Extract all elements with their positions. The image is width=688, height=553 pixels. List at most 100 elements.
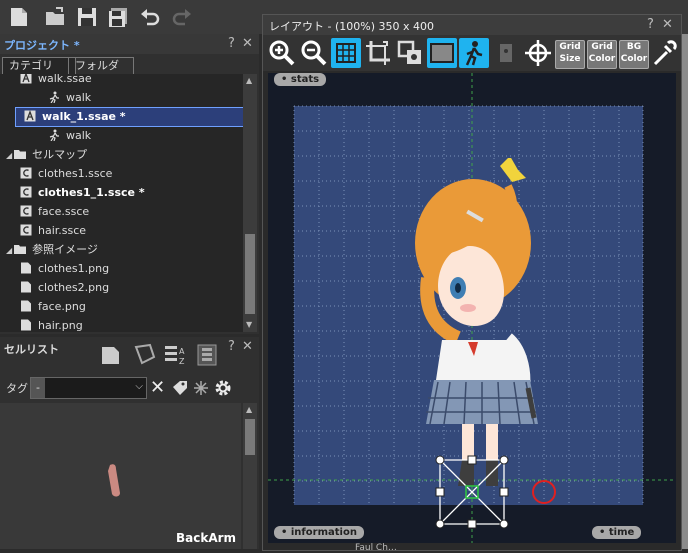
crop-icon[interactable] [363,38,393,68]
layout-window: レイアウト - (100%) 350 x 400 ? ✕ Grid Size G… [262,14,682,553]
gear-icon[interactable] [214,379,232,400]
bone-gizmo[interactable] [428,448,568,538]
lock-icon [491,38,521,68]
svg-text:A: A [179,347,185,356]
tree-item[interactable]: clothes1.ssce [0,165,112,183]
tree-folder[interactable]: ◢ セルマップ [0,146,87,164]
tree-item-label: clothes1.png [38,262,110,275]
tree-item[interactable]: face.png [0,298,86,316]
tree-item-label: walk_1.ssae * [42,110,126,123]
walking-man-icon[interactable] [459,38,489,68]
eyedropper-icon[interactable] [651,38,681,68]
animation-file-icon [20,74,32,84]
tag-icon[interactable] [172,380,188,399]
scrollbar-thumb[interactable] [245,234,255,314]
folder-icon [14,148,27,160]
tree-item-label: 参照イメージ [32,243,98,256]
open-folder-icon[interactable] [44,6,66,28]
cell-scrollbar[interactable]: ▲ [243,403,257,549]
tree-item-label: face.png [38,300,86,313]
cell-list-title: セルリスト [4,343,59,356]
cell-list-panel: セルリスト ? ✕ AZ タグ - ⌵ ✕ BackArm ▲ [0,337,259,549]
tree-item[interactable]: clothes1_1.ssce * [0,184,145,202]
help-button[interactable]: ? [228,339,235,354]
tree-item[interactable]: face.ssce [0,203,89,221]
tag-select[interactable]: - ⌵ [30,377,147,399]
tree-item[interactable]: walk [0,127,91,145]
help-button[interactable]: ? [228,36,235,51]
tree-item[interactable]: clothes1.png [0,260,109,278]
animation-file-icon [24,110,36,122]
save-icon[interactable] [76,6,98,28]
new-page-icon[interactable] [100,345,122,368]
close-button[interactable]: ✕ [242,339,253,354]
back-arm-cell[interactable] [102,461,132,504]
bg-color-button[interactable]: BG Color [619,40,649,69]
tree-item-label: セルマップ [32,148,88,161]
tree-item-label: clothes2.png [38,281,110,294]
tab-category[interactable]: カテゴリ [2,57,76,75]
grid-color-button[interactable]: Grid Color [587,40,617,69]
layout-title: レイアウト - (100%) 350 x 400 [269,20,434,33]
tree-item[interactable]: walk_1.ssae * [15,107,243,127]
tree-item-label: walk [66,129,92,142]
tree-item[interactable]: clothes2.png [0,279,109,297]
close-button[interactable]: ✕ [662,17,673,32]
layer-icon[interactable] [395,38,425,68]
scrollbar-thumb[interactable] [245,419,255,455]
grid-toggle-icon[interactable] [331,38,361,68]
scroll-down-icon[interactable]: ▼ [246,320,252,329]
time-toggle[interactable]: time [592,526,642,539]
undo-icon[interactable] [139,6,161,28]
project-tree: walk.ssae walk walk_1.ssae * walk ◢ セルマップ clot… [0,74,243,332]
image-file-icon [20,319,32,331]
tab-folder[interactable]: フォルダ [68,57,134,75]
tag-select-value: - [31,378,45,398]
tree-item[interactable]: hair.ssce [0,222,86,240]
cell-preview-area[interactable]: BackArm [0,403,241,549]
zoom-in-icon[interactable] [267,38,297,68]
expand-arrow-icon[interactable]: ◢ [6,151,12,160]
help-button[interactable]: ? [647,17,654,32]
tree-folder[interactable]: ◢ 参照イメージ [0,241,98,259]
layout-titlebar[interactable]: レイアウト - (100%) 350 x 400 ? ✕ [263,15,681,35]
clear-icon[interactable]: ✕ [150,377,165,398]
project-panel-title: プロジェクト * [4,39,80,52]
tree-item[interactable]: walk [0,89,91,107]
frame-icon[interactable] [427,38,457,68]
cellmap-file-icon [20,224,32,236]
cellmap-file-icon [20,167,32,179]
tree-item[interactable]: hair.png [0,317,83,332]
zoom-out-icon[interactable] [299,38,329,68]
svg-text:Z: Z [179,357,185,366]
grid-size-label-1: Grid [559,42,581,52]
close-button[interactable]: ✕ [242,36,253,51]
information-toggle[interactable]: information [274,526,364,539]
tree-item-label: walk.ssae [38,74,92,85]
sort-az-icon[interactable]: AZ [163,344,189,369]
scroll-up-icon[interactable]: ▲ [246,405,252,414]
grid-size-button[interactable]: Grid Size [555,40,585,69]
layout-canvas-area[interactable]: stats [268,73,676,543]
tree-item[interactable]: walk.ssae [0,74,92,88]
folder-icon [14,243,27,255]
project-panel-header: プロジェクト * ? ✕ [0,34,259,54]
grid-size-label-2: Size [559,54,581,64]
new-file-icon[interactable] [8,6,30,28]
chevron-down-icon: ⌵ [135,381,143,392]
project-scrollbar[interactable]: ▲ ▼ [243,74,257,332]
image-file-icon [20,262,32,274]
grid-color-label-1: Grid [591,42,613,52]
expand-arrow-icon[interactable]: ◢ [6,246,12,255]
shield-icon[interactable] [132,343,156,368]
bg-color-label-2: Color [620,54,648,64]
save-all-icon[interactable] [107,6,129,28]
cellmap-file-icon [20,186,32,198]
scroll-up-icon[interactable]: ▲ [246,76,252,85]
tree-item-label: clothes1_1.ssce * [38,186,145,199]
tree-item-label: hair.ssce [38,224,87,237]
sparkle-icon[interactable] [193,380,209,399]
filmstrip-icon[interactable] [195,343,219,370]
crosshair-icon[interactable] [523,38,553,68]
tree-item-label: clothes1.ssce [38,167,113,180]
